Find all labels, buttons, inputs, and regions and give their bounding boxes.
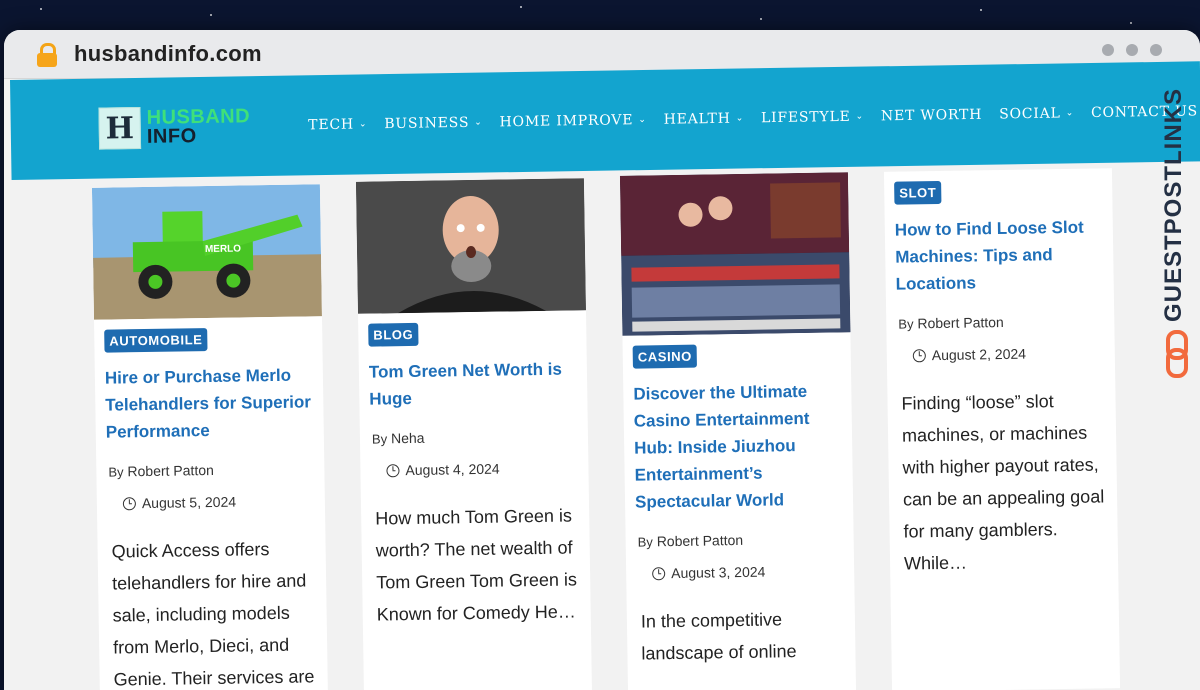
nav-label: SOCIAL [999,105,1061,123]
post-title[interactable]: Discover the Ultimate Casino Entertainme… [633,377,845,515]
site-logo[interactable]: H HUSBAND INFO [98,105,250,150]
main-nav: TECH ⌄ BUSINESS ⌄ HOME IMPROVE ⌄ HEALTH ⌄ LIFEST… [308,103,1200,133]
dot-icon [1102,44,1114,56]
site-header: H HUSBAND INFO TECH ⌄ BUSINESS ⌄ HOME IMPROV… [10,61,1200,180]
post-card[interactable]: CASINO Discover the Ultimate Casino Ente… [619,172,857,690]
chevron-down-icon: ⌄ [358,119,368,130]
nav-label: NET WORTH [880,106,983,125]
post-title[interactable]: Hire or Purchase Merlo Telehandlers for … [105,361,316,445]
dot-icon [1150,44,1162,56]
browser-window: husbandinfo.com H HUSBAND INFO TECH ⌄ BUSI… [4,30,1200,690]
post-card[interactable]: MERLO AUTOMOBILE Hire or Purchase Merlo … [91,184,329,690]
post-excerpt: In the competitive landscape of online [640,609,797,664]
post-title[interactable]: Tom Green Net Worth is Huge [369,355,580,412]
star [760,18,762,20]
by-label: By [898,316,914,332]
category-badge[interactable]: CASINO [632,344,698,369]
post-image[interactable] [355,178,586,314]
star [1130,22,1132,24]
clock-icon [652,566,666,580]
author-name[interactable]: Neha [391,430,425,447]
chain-link-icon [1163,330,1188,379]
by-label: By [371,431,388,447]
nav-label: BUSINESS [384,114,470,133]
post-excerpt: Quick Access offers telehandlers for hir… [111,539,315,690]
date-text: August 3, 2024 [671,563,766,582]
post-title[interactable]: How to Find Loose Slot Machines: Tips an… [895,213,1106,297]
post-author: By Robert Patton [108,460,324,480]
post-card[interactable]: BLOG Tom Green Net Worth is Huge By Neha… [355,178,593,690]
nav-item-social[interactable]: SOCIAL ⌄ [999,105,1075,123]
clock-icon [912,348,926,362]
guestpostlinks-watermark: GUESTPOSTLINKS [1156,88,1192,388]
post-excerpt: Finding “loose” slot machines, or machin… [901,391,1105,574]
url-text[interactable]: husbandinfo.com [74,41,262,67]
chevron-down-icon: ⌄ [1065,108,1075,119]
chevron-down-icon: ⌄ [638,115,647,126]
post-card[interactable]: SLOT How to Find Loose Slot Machines: Ti… [883,168,1121,690]
nav-item-lifestyle[interactable]: LIFESTYLE ⌄ [760,108,865,127]
author-name[interactable]: Robert Patton [127,462,214,479]
post-image[interactable]: MERLO [91,184,322,320]
dot-icon [1126,44,1138,56]
nav-item-home-improve[interactable]: HOME IMPROVE ⌄ [499,112,646,130]
date-text: August 2, 2024 [931,345,1027,364]
watermark-text: GUESTPOSTLINKS [1160,88,1187,323]
chevron-down-icon: ⌄ [474,117,483,128]
chevron-down-icon: ⌄ [735,113,745,124]
post-date: August 2, 2024 [912,344,1115,364]
post-author: By Neha [371,427,588,447]
nav-item-business[interactable]: BUSINESS ⌄ [384,114,483,133]
nav-label: HEALTH [663,110,731,128]
lock-icon [36,43,58,67]
nav-label: HOME IMPROVE [499,112,634,131]
nav-item-net-worth[interactable]: NET WORTH [881,107,982,125]
chevron-down-icon: ⌄ [855,111,865,122]
post-excerpt: How much Tom Green is worth? The net wea… [375,505,578,625]
star [520,6,522,8]
post-image[interactable] [619,172,851,336]
category-badge[interactable]: SLOT [894,180,942,205]
star [980,9,982,11]
post-date: August 5, 2024 [122,492,325,512]
category-badge[interactable]: AUTOMOBILE [104,328,208,353]
nav-item-tech[interactable]: TECH ⌄ [308,116,368,134]
nav-item-health[interactable]: HEALTH ⌄ [663,110,745,128]
star [40,8,42,10]
date-text: August 4, 2024 [405,460,500,479]
by-label: By [108,464,124,480]
nav-label: LIFESTYLE [760,108,851,127]
post-author: By Robert Patton [898,312,1114,332]
date-text: August 5, 2024 [141,493,237,512]
category-badge[interactable]: BLOG [368,322,419,347]
author-name[interactable]: Robert Patton [657,532,744,549]
logo-mark: H [98,106,142,150]
post-date: August 4, 2024 [386,459,588,478]
clock-icon [386,463,400,477]
post-date: August 3, 2024 [652,562,854,581]
logo-line-2: INFO [146,125,197,148]
star [210,14,212,16]
nav-label: TECH [308,116,355,134]
clock-icon [122,496,136,510]
author-name[interactable]: Robert Patton [917,314,1004,331]
window-controls [1102,44,1162,56]
merlo-brand-text: MERLO [205,243,241,255]
by-label: By [637,534,653,550]
post-author: By Robert Patton [637,530,854,550]
